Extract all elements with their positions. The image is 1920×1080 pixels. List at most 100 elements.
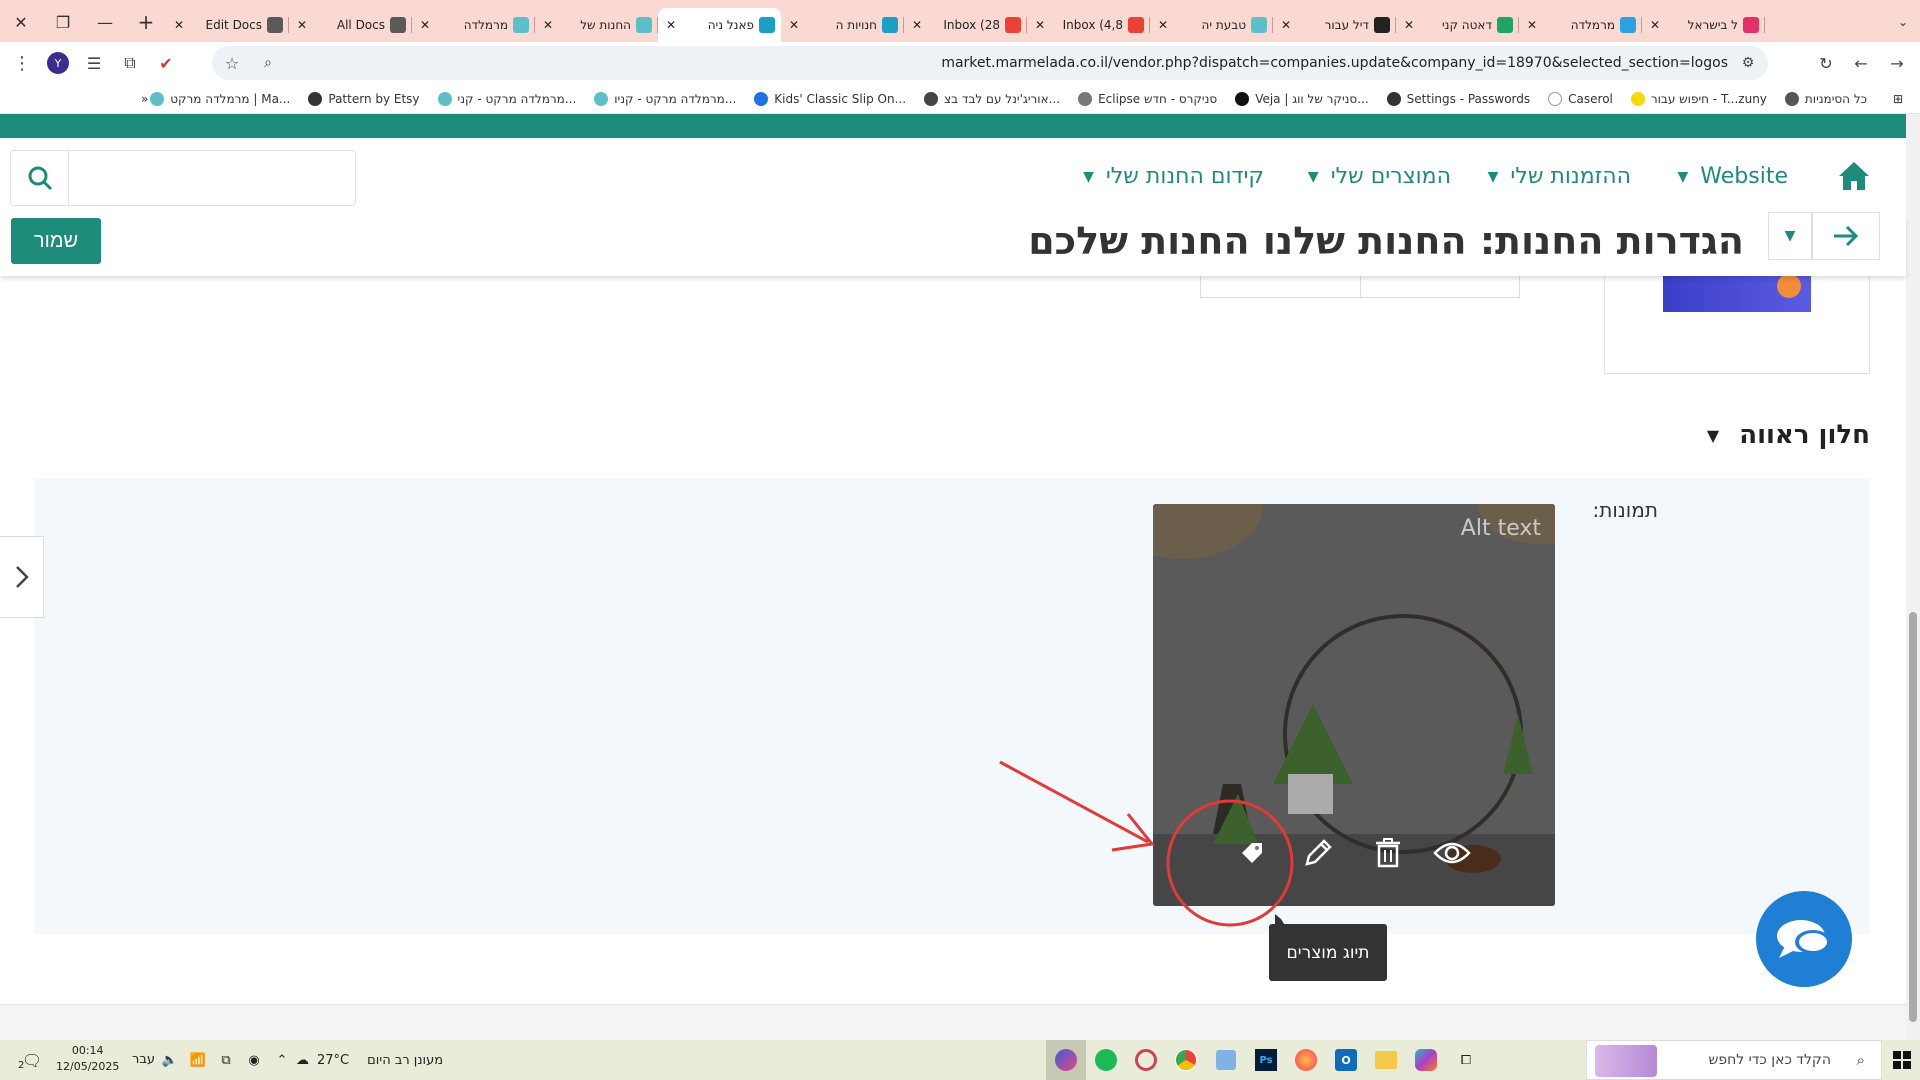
search-input[interactable] (69, 151, 355, 205)
edit-image-button[interactable] (1297, 832, 1339, 874)
bookmark-item[interactable]: כל הסימניות (1776, 91, 1876, 106)
sidebar-expand-button[interactable] (0, 536, 44, 618)
speaker-icon[interactable]: 🔈 (158, 1040, 182, 1080)
chat-button[interactable] (1756, 891, 1852, 987)
nav-website[interactable]: Website ▼ (1678, 164, 1788, 189)
minimize-window-button[interactable]: — (84, 2, 126, 42)
nav-promote-store[interactable]: קידום החנות שלי ▼ (1083, 164, 1264, 189)
taskbar-app-copilot2[interactable] (1406, 1040, 1446, 1080)
close-icon[interactable]: ✕ (1525, 18, 1539, 32)
zoom-button[interactable]: ⌕ (250, 45, 286, 81)
save-button[interactable]: שמור (11, 218, 101, 264)
close-icon[interactable]: ✕ (1279, 18, 1293, 32)
delete-image-button[interactable] (1367, 832, 1409, 874)
browser-tab[interactable]: ✕ Edit Docs (166, 8, 289, 42)
browser-tab[interactable]: ✕ מרמלדה (1519, 8, 1642, 42)
browser-tab[interactable]: ✕ דיל עבור (1273, 8, 1396, 42)
site-info-button[interactable]: ⚙ (1730, 45, 1766, 81)
bookmark-item[interactable]: Caserol (1539, 91, 1622, 106)
bookmark-item[interactable]: Eclipse סניקרס - חדש (1069, 91, 1226, 106)
search-button[interactable] (11, 151, 69, 205)
close-icon[interactable]: ✕ (910, 18, 924, 32)
close-icon[interactable]: ✕ (418, 18, 432, 32)
start-button[interactable] (1882, 1040, 1920, 1080)
browser-tab[interactable]: ✕ ל בישראל (1642, 8, 1765, 42)
extensions-button[interactable]: ⧉ (112, 45, 148, 81)
reading-list-button[interactable]: ☰ (76, 45, 112, 81)
meet-icon[interactable]: ⧉ (214, 1040, 238, 1080)
tag-products-button[interactable] (1231, 832, 1273, 874)
bookmark-item[interactable]: אוריג'ינל עם לבד בצ... (915, 91, 1069, 106)
address-bar[interactable]: ☆ ⌕ market.marmelada.co.il/vendor.php?di… (212, 46, 1768, 80)
close-icon[interactable]: ✕ (1033, 18, 1047, 32)
back-button[interactable]: → (1879, 45, 1915, 81)
profile-button[interactable]: Y (40, 45, 76, 81)
restore-window-button[interactable]: ❐ (42, 2, 84, 42)
preview-image-button[interactable] (1431, 832, 1473, 874)
new-tab-button[interactable]: + (126, 2, 166, 42)
taskbar-app-notes[interactable] (1206, 1040, 1246, 1080)
page-scrollbar[interactable] (1906, 114, 1920, 1040)
home-button[interactable] (1836, 158, 1872, 194)
menu-button[interactable]: ⋮ (4, 45, 40, 81)
wifi-icon[interactable]: 📶 (186, 1040, 210, 1080)
record-icon[interactable]: ◉ (242, 1040, 266, 1080)
section-toggle-showcase[interactable]: חלון ראווה ▼ (1707, 420, 1870, 450)
taskbar-app-copilot[interactable] (1046, 1040, 1086, 1080)
bookmark-item[interactable]: חיפוש עבור - T...zuny (1622, 91, 1776, 106)
bookmark-item[interactable]: Veja | סניקר של ווג... (1226, 91, 1377, 106)
apps-button[interactable]: ⊞ (1884, 92, 1912, 106)
browser-tab[interactable]: ✕ דאטה קני (1396, 8, 1519, 42)
close-icon[interactable]: ✕ (172, 18, 186, 32)
close-icon[interactable]: ✕ (1648, 18, 1662, 32)
taskbar-search-box[interactable]: ⌕ הקלד כאן כדי לחפש (1586, 1040, 1882, 1080)
close-window-button[interactable]: ✕ (0, 2, 42, 42)
browser-tab[interactable]: ✕ חנויות ה (781, 8, 904, 42)
close-icon[interactable]: ✕ (295, 18, 309, 32)
nav-products[interactable]: המוצרים שלי ▼ (1308, 164, 1451, 189)
chevron-up-icon[interactable]: ⌃ (270, 1040, 294, 1080)
showcase-image[interactable]: Alt text (1153, 504, 1555, 906)
taskbar-task-view[interactable]: ⧠ (1446, 1040, 1486, 1080)
taskbar-app-snipping[interactable] (1126, 1040, 1166, 1080)
close-icon[interactable]: ✕ (1156, 18, 1170, 32)
weather-widget[interactable]: ☁ 27°C מעונן רב היום (296, 1040, 443, 1080)
tab-search-button[interactable]: ⌄ (1886, 2, 1920, 42)
browser-tab[interactable]: ✕ All Docs (289, 8, 412, 42)
nav-orders[interactable]: ההזמנות שלי ▼ (1488, 164, 1631, 189)
clock[interactable]: 00:14 12/05/2025 (56, 1043, 119, 1075)
browser-tab[interactable]: ✕ Inbox (4,8 (1027, 8, 1150, 42)
back-arrow-button[interactable] (1812, 212, 1880, 260)
bookmark-item[interactable]: מרמלדה מרקט | Ma... (141, 91, 299, 106)
more-actions-button[interactable]: ▼ (1768, 212, 1812, 260)
bookmark-item[interactable]: Settings - Passwords (1378, 91, 1539, 106)
bookmark-item[interactable]: Pattern by Etsy (299, 91, 428, 106)
taskbar-app-firefox[interactable] (1286, 1040, 1326, 1080)
extension-button[interactable]: ✔ (148, 45, 184, 81)
url-text[interactable]: market.marmelada.co.il/vendor.php?dispat… (941, 55, 1728, 71)
scrollbar-thumb[interactable] (1909, 612, 1917, 1022)
bookmark-star-button[interactable]: ☆ (214, 45, 250, 81)
close-icon[interactable]: ✕ (541, 18, 555, 32)
reload-button[interactable]: ↻ (1808, 45, 1844, 81)
taskbar-app-outlook[interactable]: O (1326, 1040, 1366, 1080)
browser-tab[interactable]: ✕ פאנל ניה (658, 8, 781, 42)
bookmark-item[interactable]: מרמלדה מרקט - קניו... (585, 91, 745, 106)
close-icon[interactable]: ✕ (1402, 18, 1416, 32)
language-indicator[interactable]: עבר (132, 1052, 155, 1067)
taskbar-app-photoshop[interactable]: Ps (1246, 1040, 1286, 1080)
close-icon[interactable]: ✕ (787, 18, 801, 32)
browser-tab[interactable]: ✕ טבעת יה (1150, 8, 1273, 42)
taskbar-app-explorer[interactable] (1366, 1040, 1406, 1080)
browser-tab[interactable]: ✕ Inbox (28 (904, 8, 1027, 42)
taskbar-app-spotify[interactable] (1086, 1040, 1126, 1080)
taskbar-app-chrome[interactable] (1166, 1040, 1206, 1080)
browser-tab[interactable]: ✕ החנות של (535, 8, 658, 42)
close-icon[interactable]: ✕ (664, 18, 678, 32)
forward-button[interactable]: ← (1843, 45, 1879, 81)
bookmark-item[interactable]: מרמלדה מרקט - קני... (429, 91, 586, 106)
bookmark-item[interactable]: Kids' Classic Slip On... (745, 91, 915, 106)
alt-text-button[interactable]: Alt text (1461, 516, 1541, 541)
notifications-button[interactable]: 🗨 2 (12, 1040, 52, 1080)
browser-tab[interactable]: ✕ מרמלדה (412, 8, 535, 42)
